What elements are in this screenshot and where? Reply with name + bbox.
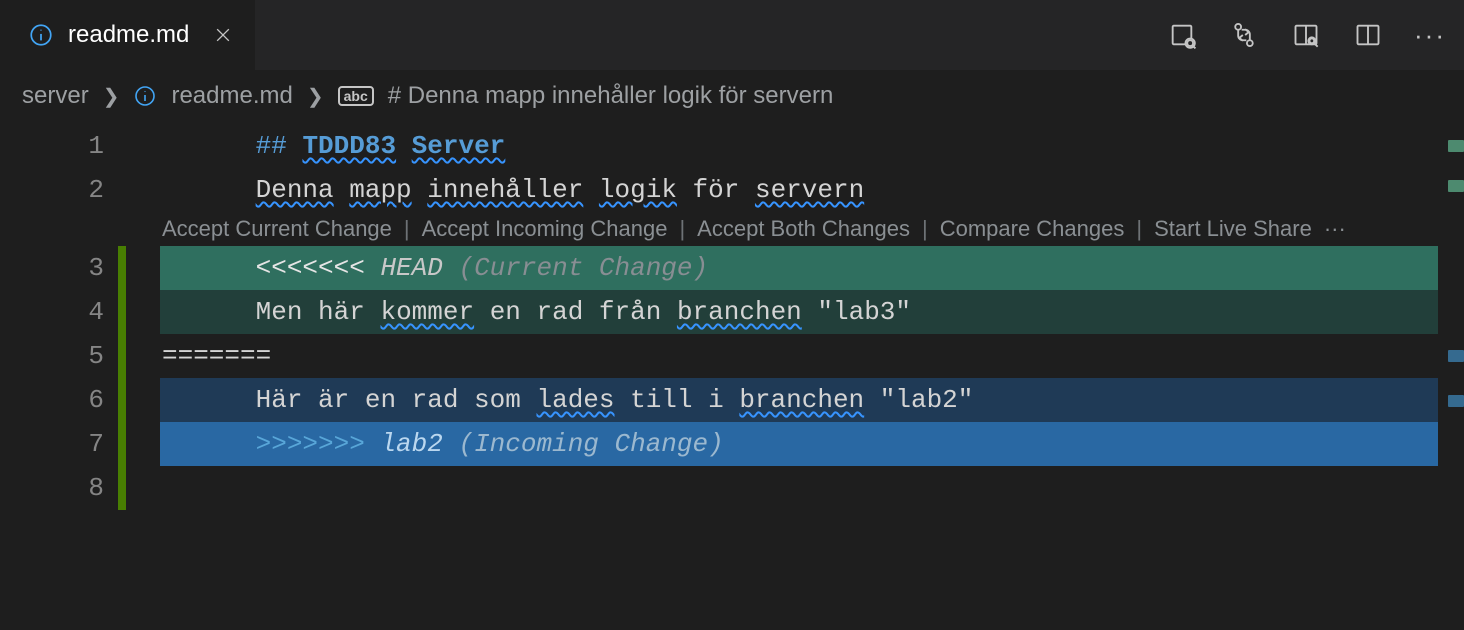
editor-actions: ··· <box>1168 0 1444 70</box>
line-number: 7 <box>0 422 118 466</box>
minimap-marker <box>1448 140 1464 152</box>
minimap-marker <box>1448 350 1464 362</box>
minimap-marker <box>1448 395 1464 407</box>
preview-icon[interactable] <box>1292 21 1320 49</box>
conflict-current-line[interactable]: 4 Men här kommer en rad från branchen "l… <box>0 290 1464 334</box>
line-number: 4 <box>0 290 118 334</box>
open-changes-icon[interactable] <box>1168 21 1196 49</box>
tab-filename: readme.md <box>68 21 189 49</box>
info-icon <box>133 84 157 108</box>
minimap-marker <box>1448 180 1464 192</box>
more-icon[interactable]: ··· <box>1416 21 1444 49</box>
close-icon[interactable] <box>213 25 233 45</box>
conflict-marker: >>>>>>> <box>256 429 381 459</box>
tab-bar: readme.md ··· <box>0 0 1464 70</box>
chevron-right-icon: ❯ <box>103 84 120 109</box>
editor[interactable]: 1 ## TDDD83 Server 2 Denna mapp innehåll… <box>0 124 1464 510</box>
breadcrumb-folder[interactable]: server <box>22 82 89 110</box>
tab-active[interactable]: readme.md <box>0 0 255 70</box>
info-icon <box>28 22 54 48</box>
compare-icon[interactable] <box>1230 21 1258 49</box>
line-number: 6 <box>0 378 118 422</box>
codelens-live-share[interactable]: Start Live Share <box>1154 207 1312 251</box>
line-number: 5 <box>0 334 118 378</box>
codelens-compare[interactable]: Compare Changes <box>940 207 1125 251</box>
split-icon[interactable] <box>1354 21 1382 49</box>
line-number: 8 <box>0 466 118 510</box>
line-number: 1 <box>0 124 118 168</box>
line-number: 2 <box>0 168 118 212</box>
line-number: 3 <box>0 246 118 290</box>
